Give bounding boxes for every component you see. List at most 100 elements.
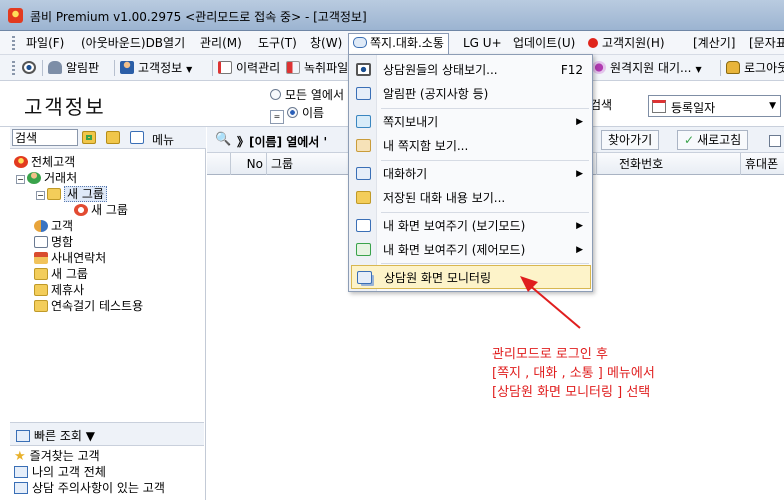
collapse-icon[interactable]: − bbox=[36, 191, 45, 200]
menu-support-label: 고객지원(H) bbox=[602, 36, 665, 50]
menu-item-share-screen-view[interactable]: 내 화면 보여주기 (보기모드) ▶ bbox=[351, 214, 591, 238]
list-icon bbox=[16, 430, 30, 442]
column-header-no[interactable]: No bbox=[231, 153, 267, 175]
menu-item-saved-chats[interactable]: 저장된 대화 내용 보기... bbox=[351, 186, 591, 210]
column-select[interactable]: = bbox=[270, 110, 284, 124]
column-header-mobile[interactable]: 휴대폰 bbox=[741, 153, 784, 175]
arrow-shaft bbox=[527, 283, 581, 329]
menu-item-label: 알림판 (공지사항 등) bbox=[383, 87, 489, 101]
tree-item-new-group-2[interactable]: 새 그룹 bbox=[34, 266, 88, 282]
folder-add-icon[interactable] bbox=[82, 131, 96, 144]
quick-item-favorites[interactable]: ★ 즐겨찾는 고객 bbox=[14, 449, 100, 464]
annotation-line-1: 관리모드로 로그인 후 bbox=[492, 347, 608, 362]
tree-item-customer[interactable]: 고객 bbox=[34, 218, 73, 234]
menu-window[interactable]: 창(W) bbox=[306, 34, 346, 52]
toolbar-recording-button[interactable]: 녹취파일 bbox=[286, 60, 348, 76]
toolbar-logout-button[interactable]: 로그아웃 bbox=[726, 60, 784, 76]
menu-calculator[interactable]: [계산기] bbox=[689, 34, 739, 52]
toolbar-history-button[interactable]: 이력관리 bbox=[218, 60, 280, 76]
tree-item-new-group-child[interactable]: 새 그룹 bbox=[74, 202, 128, 218]
menu-separator bbox=[381, 263, 589, 264]
menu-item-share-screen-control[interactable]: 내 화면 보여주기 (제어모드) ▶ bbox=[351, 238, 591, 262]
refresh-button[interactable]: ✓ 새로고침 bbox=[677, 130, 749, 150]
menu-item-label: 대화하기 bbox=[383, 167, 428, 181]
person-icon bbox=[27, 172, 41, 184]
toolbar-notice-label: 알림판 bbox=[66, 61, 100, 75]
quick-item-my-customers[interactable]: 나의 고객 전체 bbox=[14, 465, 106, 480]
toolbar-remote-button[interactable]: 원격지원 대기... ▼ bbox=[592, 60, 702, 76]
menu-update[interactable]: 업데이트(U) bbox=[509, 34, 579, 52]
toolbar-notice-button[interactable]: 알림판 bbox=[48, 60, 99, 76]
quick-item-label: 상담 주의사항이 있는 고객 bbox=[32, 481, 165, 495]
menu-label[interactable]: 메뉴 bbox=[152, 131, 174, 148]
tree-item-all[interactable]: 전체고객 bbox=[14, 154, 75, 170]
radio-selected-column[interactable]: = 이름 bbox=[270, 105, 324, 124]
refresh-label: 새로고침 bbox=[697, 133, 742, 147]
menu-item-label: 내 쪽지함 보기... bbox=[383, 139, 469, 153]
tree-item-partner[interactable]: 제휴사 bbox=[34, 282, 84, 298]
search-label: 검색 bbox=[590, 98, 613, 112]
refresh-icon: ✓ bbox=[684, 133, 695, 147]
tree-item-label: 제휴사 bbox=[51, 283, 85, 297]
tree-item-label: 새 그룹 bbox=[91, 203, 128, 217]
folder-open-icon[interactable] bbox=[106, 131, 120, 144]
search-icon: 🔍 bbox=[215, 132, 232, 147]
quick-search-header[interactable]: 빠른 조회 ▼ bbox=[10, 422, 204, 446]
radio-all-columns[interactable]: 모든 열에서 bbox=[270, 87, 344, 103]
toolbar-grip[interactable] bbox=[12, 61, 15, 75]
toolbar-customer-button[interactable]: 고객정보 ▼ bbox=[120, 60, 192, 76]
left-search-row: 메뉴 bbox=[10, 127, 206, 149]
note-box-icon bbox=[356, 139, 371, 152]
menu-separator bbox=[381, 160, 589, 161]
radio-button-selected[interactable] bbox=[287, 107, 298, 118]
go-back-button[interactable]: 찾아가기 bbox=[601, 130, 660, 150]
menu-support[interactable]: 고객지원(H) bbox=[584, 34, 669, 52]
menu-charmap[interactable]: [문자표] bbox=[745, 34, 784, 52]
annotation-line-2: [쪽지 , 대화 , 소통 ] 메뉴에서 bbox=[492, 366, 655, 381]
menu-file[interactable]: 파일(F) bbox=[22, 34, 68, 52]
tree-item-new-group[interactable]: − 새 그룹 bbox=[36, 186, 107, 202]
collapse-icon[interactable]: − bbox=[16, 175, 25, 184]
quick-item-caution[interactable]: 상담 주의사항이 있는 고객 bbox=[14, 481, 165, 496]
submenu-arrow-icon: ▶ bbox=[576, 245, 583, 255]
toolbar-separator bbox=[114, 60, 115, 76]
filter-hint: 》[이름] 열에서 ' bbox=[237, 135, 328, 149]
tree-search-input[interactable] bbox=[12, 129, 78, 146]
menu-lg-uplus[interactable]: LG U+ bbox=[459, 34, 506, 52]
menu-item-my-notes[interactable]: 내 쪽지함 보기... bbox=[351, 134, 591, 158]
date-field-select[interactable]: 등록일자 ▼ bbox=[648, 95, 781, 117]
toolbar-customer-label: 고객정보 bbox=[138, 61, 183, 75]
tree-item-internal-contacts[interactable]: 사내연락처 bbox=[34, 250, 106, 266]
window-title: 콤비 Premium v1.00.2975 <관리모드로 접속 중> - [고객… bbox=[30, 10, 367, 24]
column-header-phone[interactable]: 전화번호 bbox=[615, 153, 741, 175]
screen-icon bbox=[356, 219, 371, 232]
quick-item-label: 즐겨찾는 고객 bbox=[29, 449, 100, 463]
menu-outbound-db[interactable]: (아웃바운드)DB열기 bbox=[77, 34, 189, 52]
menu-manage[interactable]: 관리(M) bbox=[196, 34, 246, 52]
tree-item-business-card[interactable]: 명함 bbox=[34, 234, 73, 250]
house-icon bbox=[34, 252, 48, 264]
menu-item-send-note[interactable]: 쪽지보내기 ▶ bbox=[351, 110, 591, 134]
quick-search-title: 빠른 조회 ▼ bbox=[16, 427, 95, 444]
menu-tools[interactable]: 도구(T) bbox=[254, 34, 301, 52]
annotation-arrow bbox=[520, 276, 581, 329]
menu-note-chat-label: 쪽지.대화.소통 bbox=[370, 36, 444, 50]
monitor-icon bbox=[357, 271, 372, 284]
menu-note-chat[interactable]: 쪽지.대화.소통 bbox=[348, 33, 449, 55]
toolbar-view-button[interactable] bbox=[22, 60, 40, 76]
remote-support-icon bbox=[592, 61, 606, 74]
tree-item-client[interactable]: − 거래처 bbox=[16, 170, 77, 186]
radio-button[interactable] bbox=[270, 89, 281, 100]
tree-item-label: 연속걸기 테스트용 bbox=[51, 299, 144, 313]
annotation-text: 관리모드로 로그인 후 [쪽지 , 대화 , 소통 ] 메뉴에서 [상담원 화면… bbox=[492, 345, 655, 402]
note-chat-dropdown-menu: 상담원들의 상태보기... F12 알림판 (공지사항 등) 쪽지보내기 ▶ 내 쪽… bbox=[348, 54, 593, 292]
menu-icon[interactable] bbox=[130, 131, 144, 144]
option-checkbox[interactable] bbox=[769, 135, 781, 147]
menu-item-notice-board[interactable]: 알림판 (공지사항 등) bbox=[351, 82, 591, 106]
menu-item-agent-status[interactable]: 상담원들의 상태보기... F12 bbox=[351, 58, 591, 82]
calendar-icon bbox=[652, 100, 666, 113]
tree-item-auto-dial-test[interactable]: 연속걸기 테스트용 bbox=[34, 298, 143, 314]
menubar-grip[interactable] bbox=[12, 36, 15, 50]
menu-item-chat[interactable]: 대화하기 ▶ bbox=[351, 162, 591, 186]
chat-icon bbox=[353, 37, 367, 48]
